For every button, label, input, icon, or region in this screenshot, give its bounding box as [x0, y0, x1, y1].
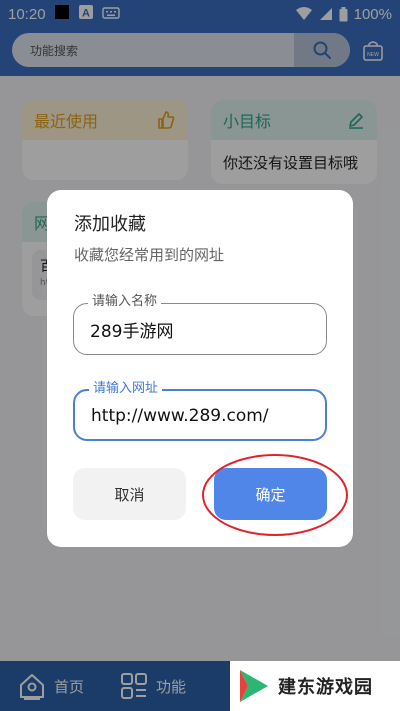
- add-favorite-dialog: 添加收藏 收藏您经常用到的网址 请输入名称 请输入网址 取消 确定: [47, 190, 353, 547]
- watermark-text: 建东游戏园: [278, 677, 373, 698]
- url-field[interactable]: 请输入网址: [73, 381, 327, 441]
- name-field[interactable]: 请输入名称: [73, 294, 327, 355]
- name-input[interactable]: [90, 316, 315, 342]
- dialog-subtitle: 收藏您经常用到的网址: [74, 246, 225, 264]
- name-field-label: 请输入名称: [88, 294, 162, 310]
- cancel-button[interactable]: 取消: [73, 468, 186, 520]
- url-input[interactable]: [91, 403, 316, 429]
- watermark: 建东游戏园: [230, 661, 400, 711]
- url-field-label: 请输入网址: [89, 381, 163, 397]
- confirm-button[interactable]: 确定: [214, 468, 327, 520]
- watermark-logo: [240, 670, 268, 702]
- dialog-title: 添加收藏: [74, 214, 146, 235]
